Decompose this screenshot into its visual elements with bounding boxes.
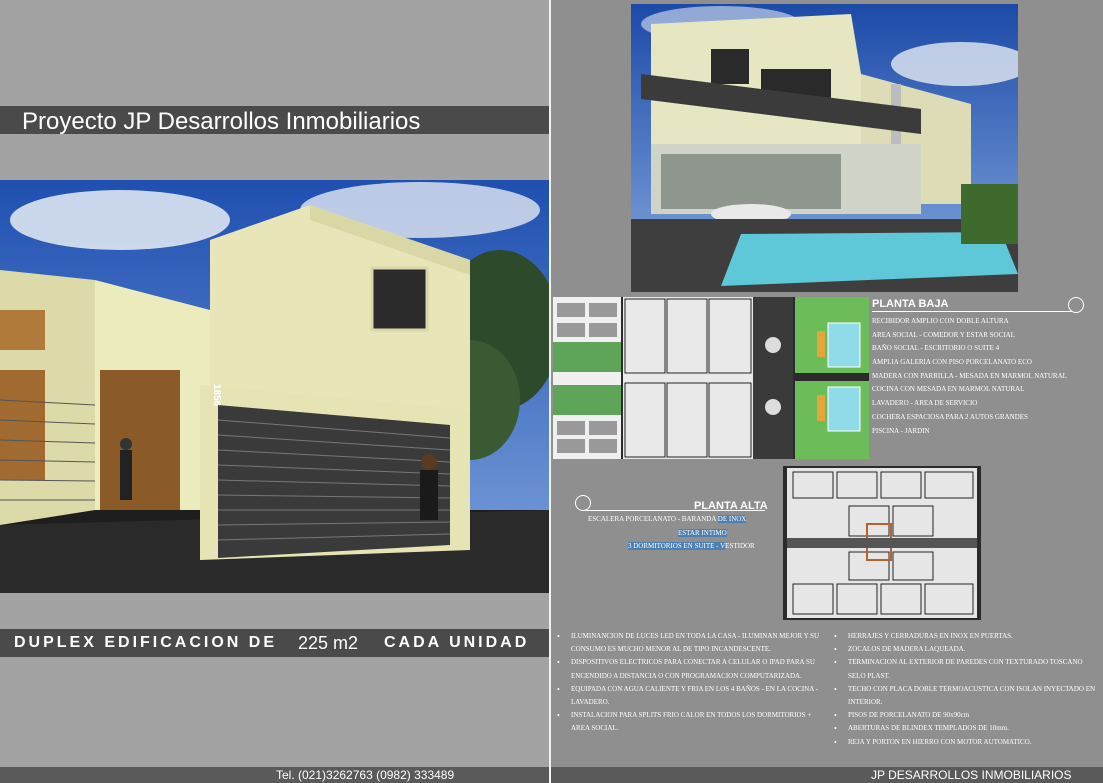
compass-icon xyxy=(1068,297,1084,313)
feature-item: REJA Y PORTON EN HIERRO CON MOTOR AUTOMA… xyxy=(830,736,1098,749)
planta-alta-list: ESCALERA PORCELANATO - BARANDA DE INOX E… xyxy=(588,513,755,554)
planta-alta-header: PLANTA ALTA xyxy=(694,496,768,514)
feature-item: ABERTURAS DE BLINDEX TEMPLADOS DE 10mm. xyxy=(830,722,1098,735)
brand-name: JP DESARROLLOS INMOBILIARIOS xyxy=(871,768,1072,782)
list-item: PISCINA - JARDIN xyxy=(872,426,930,435)
pool-render-image xyxy=(631,4,1018,292)
planta-alta-title: PLANTA ALTA xyxy=(694,500,768,512)
list-item: COCHERA ESPACIOSA PARA 2 AUTOS GRANDES xyxy=(872,412,1028,421)
facade-render-image: 1856 xyxy=(0,180,549,593)
feature-item: PISOS DE PORCELANATO DE 90x90cm xyxy=(830,709,1098,722)
list-item: LAVADERO - AREA DE SERVICIO xyxy=(872,399,978,408)
feature-item: INSTALACION PARA SPLITS FRIO CALOR EN TO… xyxy=(553,709,825,735)
left-page: Proyecto JP Desarrollos Inmobiliarios 18… xyxy=(0,0,549,783)
list-item: ESCALERA PORCELANATO - BARANDA DE INOX xyxy=(588,515,747,523)
contact-footer: Tel. (021)3262763 (0982) 333489 xyxy=(0,767,549,783)
features-list-right: HERRAJES Y CERRADURAS EN INOX EN PUERTAS… xyxy=(830,630,1098,749)
planta-baja-list: RECIBIDOR AMPLIO CON DOBLE ALTURA AREA S… xyxy=(872,315,1067,438)
contact-phone: Tel. (021)3262763 (0982) 333489 xyxy=(276,768,455,782)
list-item: 3 DORMITORIOS EN SUITE - VESTIDOR xyxy=(628,542,755,550)
list-item: BAÑO SOCIAL - ESCRITORIO O SUITE 4 xyxy=(872,344,1000,353)
title-banner: Proyecto JP Desarrollos Inmobiliarios xyxy=(0,106,549,135)
house-number: 1856 xyxy=(211,384,222,407)
feature-item: EQUIPADA CON AGUA CALIENTE Y FRIA EN LOS… xyxy=(553,683,825,709)
feature-item: HERRAJES Y CERRADURAS EN INOX EN PUERTAS… xyxy=(830,630,1098,643)
features-list-left: ILUMINANCION DE LUCES LED EN TODA LA CAS… xyxy=(553,630,825,736)
feature-item: TECHO CON PLACA DOBLE TERMOACUSTICA CON … xyxy=(830,683,1098,709)
feature-item: ILUMINANCION DE LUCES LED EN TODA LA CAS… xyxy=(553,630,825,656)
feature-item: ZOCALOS DE MADERA LAQUEADA. xyxy=(830,643,1098,656)
list-item: ESTAR INTIMO xyxy=(678,528,727,537)
planta-baja-floor-plan xyxy=(553,297,869,459)
headline-part2: CADA UNIDAD xyxy=(384,634,530,651)
headline-part1: DUPLEX EDIFICACION DE xyxy=(14,634,278,651)
list-item: AMPLIA GALERIA CON PISO PORCELANATO ECO xyxy=(872,358,1032,367)
headline-area: 225 m2 xyxy=(298,633,359,653)
feature-item: TERMINACION AL EXTERIOR DE PAREDES CON T… xyxy=(830,656,1098,682)
list-item: COCINA CON MESADA EN MARMOL NATURAL xyxy=(872,385,1025,394)
list-item: AREA SOCIAL - COMEDOR Y ESTAR SOCIAL xyxy=(872,330,1015,339)
brand-footer: JP DESARROLLOS INMOBILIARIOS xyxy=(551,767,1103,783)
list-item: MADERA CON PARRILLA - MESADA EN MARMOL N… xyxy=(872,371,1067,380)
planta-baja-title: PLANTA BAJA xyxy=(872,298,949,310)
planta-baja-header: PLANTA BAJA xyxy=(872,297,1094,313)
list-item: RECIBIDOR AMPLIO CON DOBLE ALTURA xyxy=(872,317,1009,325)
planta-alta-floor-plan xyxy=(783,466,981,620)
right-page: PLANTA BAJA RECIBIDOR AMPLIO CON DOBLE A… xyxy=(551,0,1103,783)
feature-item: DISPOSITIVOS ELECTRICOS PARA CONECTAR A … xyxy=(553,656,825,682)
project-title: Proyecto JP Desarrollos Inmobiliarios xyxy=(22,108,421,135)
headline-banner: DUPLEX EDIFICACION DE 225 m2 CADA UNIDAD xyxy=(0,629,549,657)
compass-icon xyxy=(575,495,591,511)
